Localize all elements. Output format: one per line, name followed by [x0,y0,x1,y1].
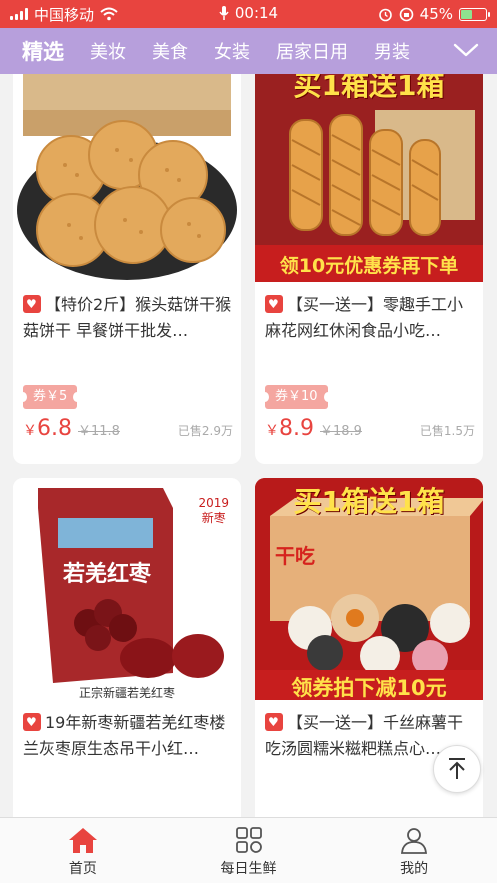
promo-text-top: 买1箱送1箱 [293,485,445,518]
product-image-biscuits [13,74,241,282]
nav-profile[interactable]: 我的 [331,818,497,883]
nav-daily-fresh[interactable]: 每日生鲜 [166,818,332,883]
microphone-icon [219,5,229,20]
sold-count: 已售1.5万 [419,424,475,438]
currency-symbol: ￥ [265,423,279,439]
price-row: ￥ 8.9 ￥18.9 已售1.5万 [265,416,475,446]
product-title: 【买一送一】零趣手工小麻花网红休闲食品小吃… [265,292,475,344]
product-title: 19年新枣新疆若羌红枣楼兰灰枣原生态吊干小红… [23,710,233,762]
home-icon [68,828,97,853]
user-icon [401,828,428,854]
alarm-icon [378,8,392,21]
original-price: ￥18.9 [320,424,362,439]
tab-beauty[interactable]: 美妆 [90,38,126,64]
box-label: 干吃 [275,544,315,568]
original-price: ￥11.8 [78,424,120,439]
nav-label: 我的 [400,861,429,877]
tab-food[interactable]: 美食 [152,38,188,64]
promo-text-bottom: 领券拍下减10元 [291,676,447,700]
product-image-mahua: 买1箱送1箱 领10元优惠券再下单 [255,74,483,282]
price: 6.8 [37,416,72,441]
tab-featured[interactable]: 精选 [22,36,64,66]
heart-tag-icon [23,713,41,731]
product-card[interactable]: 【特价2斤】猴头菇饼干猴菇饼干 早餐饼干批发… 券￥5 ￥ 6.8 ￥11.8 … [13,74,241,464]
tab-womens-wear[interactable]: 女装 [214,38,250,64]
back-to-top-button[interactable] [433,745,481,793]
product-title: 【特价2斤】猴头菇饼干猴菇饼干 早餐饼干批发… [23,292,233,344]
bottom-nav: 首页 每日生鲜 我的 [0,817,497,883]
coupon-badge[interactable]: 券￥10 [261,385,332,409]
brand-text: 若羌红枣 [63,561,152,587]
wifi-icon [100,7,118,21]
price-row: ￥ 6.8 ￥11.8 已售2.9万 [23,416,233,446]
battery-icon [459,7,490,21]
year-badge-text: 2019 新枣 [198,496,229,525]
rotation-lock-icon [399,7,413,21]
heart-tag-icon [265,295,283,313]
tab-household[interactable]: 居家日用 [276,38,348,64]
category-tab-bar: 精选 美妆 美食 女装 居家日用 男装 [0,28,497,74]
tab-mens-wear[interactable]: 男装 [374,38,410,64]
grid-icon [235,827,262,853]
image-caption: 正宗新疆若羌红枣 [78,686,175,700]
nav-label: 每日生鲜 [220,861,277,877]
clock-time: 00:14 [234,3,279,22]
product-image-mochi: 买1箱送1箱 干吃 领券拍下减10元 [255,478,483,700]
promo-text-top: 买1箱送1箱 [293,74,445,102]
sold-count: 已售2.9万 [177,424,233,438]
battery-percent: 45% [419,5,453,23]
product-card[interactable]: 若羌红枣 2019 新枣 正宗新疆若羌红枣 19年新枣新疆若羌红枣楼兰灰枣原生态… [13,478,241,817]
promo-text-bottom: 领10元优惠券再下单 [279,255,459,277]
coupon-badge[interactable]: 券￥5 [18,385,82,409]
heart-tag-icon [23,295,41,313]
status-bar: 中国移动 00:14 45% [0,0,497,28]
carrier-label: 中国移动 [34,5,95,24]
price: 8.9 [279,416,314,441]
heart-tag-icon [265,713,283,731]
product-image-red-dates: 若羌红枣 2019 新枣 正宗新疆若羌红枣 [13,478,241,700]
product-card[interactable]: 买1箱送1箱 领10元优惠券再下单 【买一送一】零趣手工小麻花网红休闲食品小吃…… [255,74,483,464]
nav-label: 首页 [68,861,97,877]
arrow-up-icon [449,758,465,779]
chevron-down-icon[interactable] [453,40,479,60]
nav-home[interactable]: 首页 [0,818,166,883]
battery-fill [461,9,472,19]
product-grid: 【特价2斤】猴头菇饼干猴菇饼干 早餐饼干批发… 券￥5 ￥ 6.8 ￥11.8 … [0,74,497,817]
signal-icon [10,8,28,20]
currency-symbol: ￥ [23,423,37,439]
